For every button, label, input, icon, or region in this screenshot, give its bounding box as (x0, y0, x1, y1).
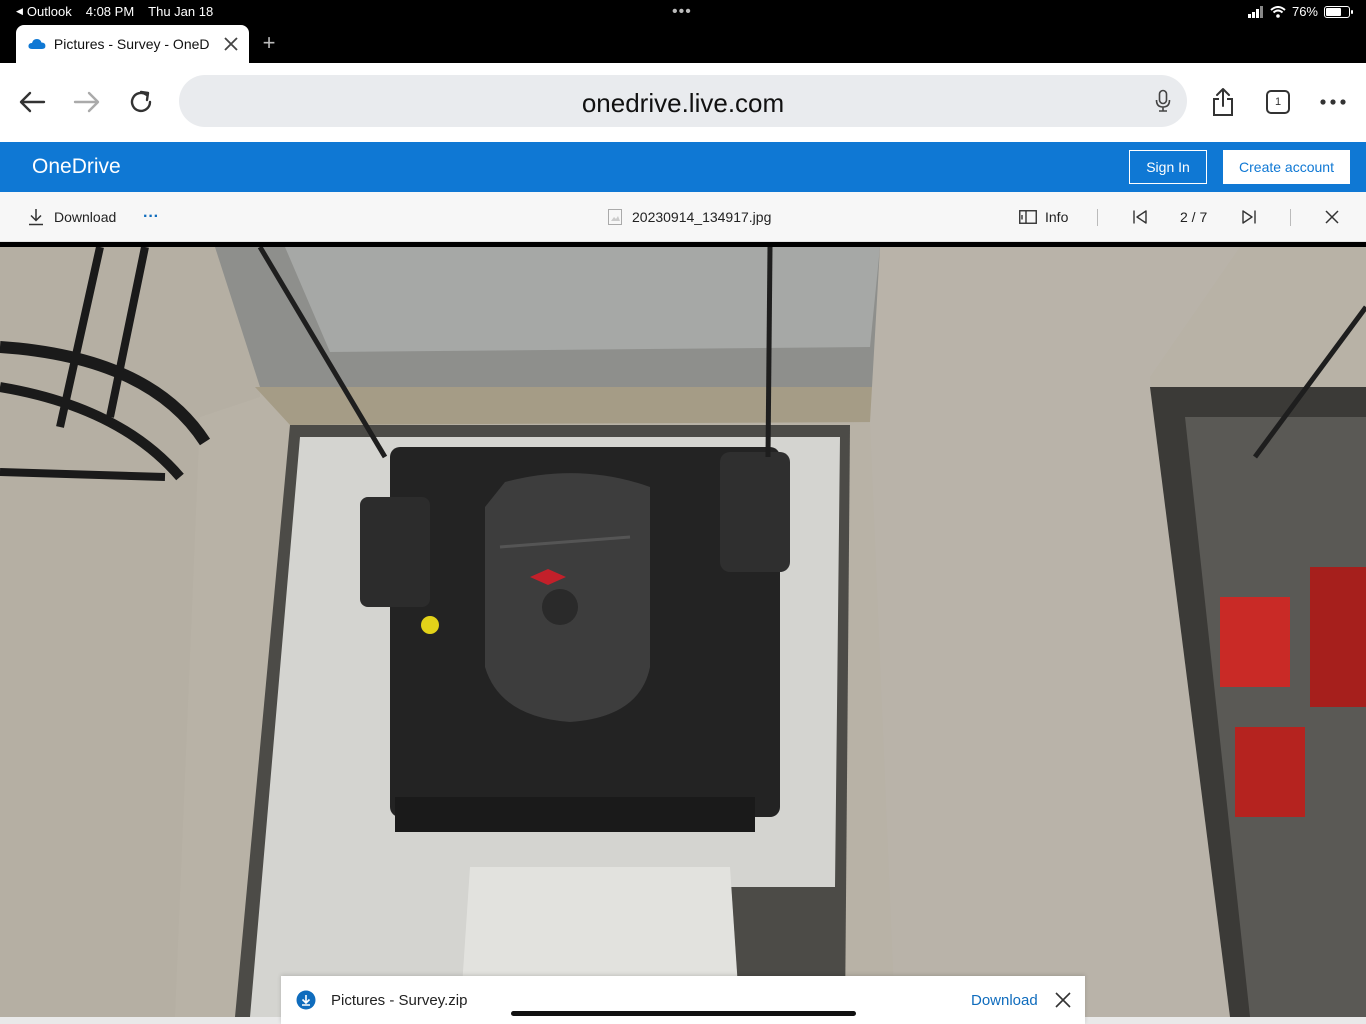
info-panel-icon (1019, 210, 1037, 224)
tab-title: Pictures - Survey - OneD (53, 36, 210, 52)
back-triangle-icon: ◀ (16, 6, 23, 16)
wifi-icon (1270, 5, 1286, 18)
cellular-signal-icon (1247, 5, 1263, 18)
home-indicator[interactable] (511, 1011, 856, 1016)
tab-switcher-icon[interactable]: 1 (1261, 85, 1295, 119)
separator (1290, 209, 1291, 226)
separator (1097, 209, 1098, 226)
image-file-icon (608, 209, 622, 225)
new-tab-icon[interactable]: + (258, 30, 280, 56)
share-icon[interactable] (1206, 85, 1240, 119)
file-title: 20230914_134917.jpg (608, 192, 771, 242)
tab-count: 1 (1274, 96, 1282, 108)
more-actions-button[interactable]: ··· (143, 192, 159, 242)
battery-fill (1326, 7, 1341, 16)
onedrive-cloud-icon (28, 39, 46, 49)
status-left: ◀ Outlook 4:08 PM Thu Jan 18 (16, 4, 213, 19)
file-name: 20230914_134917.jpg (632, 209, 772, 225)
back-arrow-icon[interactable] (15, 85, 49, 119)
sign-in-button[interactable]: Sign In (1129, 150, 1207, 184)
status-right: 76% (1247, 4, 1353, 19)
reload-icon[interactable] (124, 85, 158, 119)
download-banner: Pictures - Survey.zip Download (281, 976, 1085, 1024)
tab-strip: Pictures - Survey - OneD + (0, 24, 1366, 63)
banner-file-name: Pictures - Survey.zip (331, 992, 468, 1009)
create-account-button[interactable]: Create account (1223, 150, 1350, 184)
page-counter: 2 / 7 (1180, 209, 1208, 225)
last-item-icon[interactable] (1241, 192, 1257, 242)
download-icon (29, 209, 43, 226)
download-button[interactable]: Download (28, 192, 116, 242)
dismiss-banner-icon[interactable] (1055, 992, 1071, 1013)
more-options-icon[interactable] (1316, 85, 1350, 119)
engine-bay-photo (0, 247, 1366, 1017)
battery-percent: 76% (1291, 4, 1318, 19)
forward-arrow-icon[interactable] (70, 85, 104, 119)
microphone-icon[interactable] (1155, 89, 1171, 118)
multitasking-dots-icon[interactable]: ••• (672, 3, 692, 21)
battery-icon (1324, 5, 1353, 18)
status-date: Thu Jan 18 (148, 4, 214, 19)
onedrive-brand[interactable]: OneDrive (32, 155, 121, 179)
browser-tab[interactable]: Pictures - Survey - OneD (16, 25, 249, 63)
status-time: 4:08 PM (85, 4, 135, 19)
download-label: Download (54, 209, 117, 225)
info-button[interactable]: Info (1019, 192, 1068, 242)
photo-viewer-image (0, 247, 1366, 1017)
download-circle-icon (296, 990, 316, 1010)
onedrive-header: OneDrive Sign In Create account (0, 142, 1366, 192)
back-to-app[interactable]: ◀ Outlook (16, 4, 72, 19)
close-tab-icon[interactable] (223, 36, 239, 52)
banner-download-link[interactable]: Download (971, 992, 1038, 1009)
address-bar[interactable]: onedrive.live.com (179, 75, 1187, 127)
browser-toolbar: onedrive.live.com 1 (0, 63, 1366, 142)
info-label: Info (1045, 209, 1069, 225)
url-text: onedrive.live.com (581, 88, 785, 118)
back-app-label: Outlook (26, 4, 72, 19)
viewer-command-bar: Download ··· 20230914_134917.jpg Info 2 … (0, 192, 1366, 242)
close-viewer-icon[interactable] (1325, 192, 1339, 242)
first-item-icon[interactable] (1132, 192, 1148, 242)
status-bar: ◀ Outlook 4:08 PM Thu Jan 18 ••• 76% (0, 0, 1366, 24)
